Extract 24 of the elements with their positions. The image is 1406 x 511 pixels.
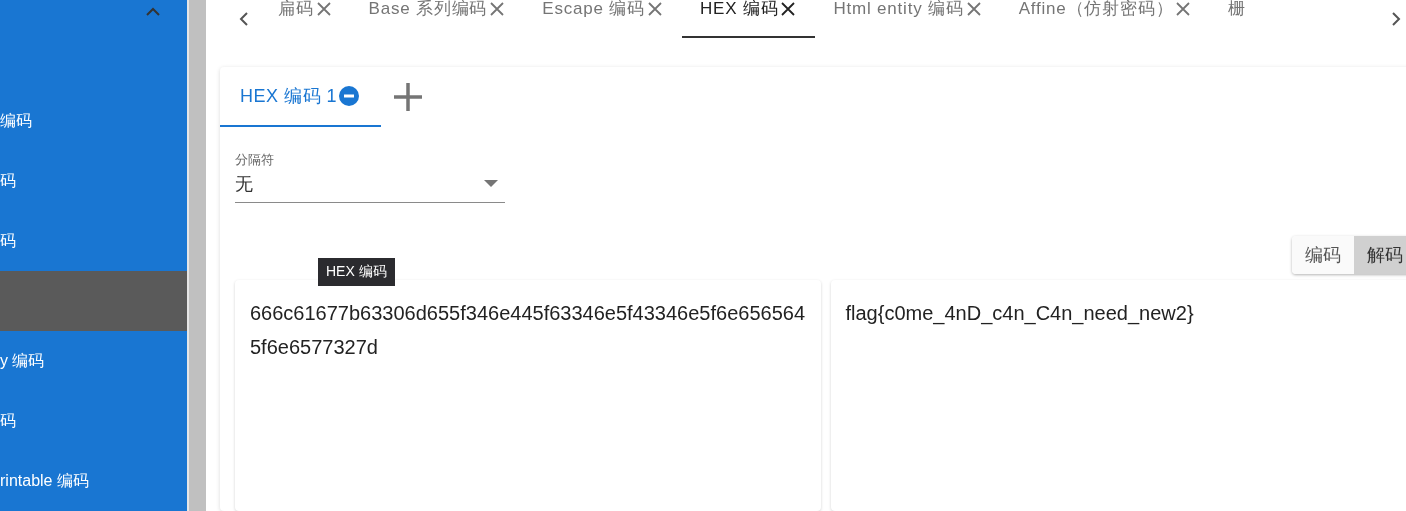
mode-button[interactable]: 解码 bbox=[1354, 236, 1406, 274]
tab[interactable]: HEX 编码 bbox=[681, 0, 816, 38]
tab[interactable]: Html entity 编码 bbox=[815, 0, 1001, 38]
tab[interactable]: HEX 编码 1 bbox=[220, 67, 382, 127]
chevron-up-icon[interactable] bbox=[146, 7, 160, 16]
add-icon[interactable] bbox=[393, 82, 424, 112]
sidebar-item[interactable]: 码 bbox=[0, 391, 187, 451]
tab[interactable]: Base 系列编码 bbox=[350, 0, 525, 38]
sidebar-item[interactable]: rintable 编码 bbox=[0, 451, 187, 511]
sidebar-item[interactable]: 码 bbox=[0, 151, 187, 211]
sidebar-item[interactable]: y 编码 bbox=[0, 331, 187, 391]
dropdown-arrow-icon[interactable] bbox=[484, 180, 498, 188]
tab[interactable]: Affine（仿射密码） bbox=[1000, 0, 1211, 38]
separator-select[interactable]: 分隔符 无 bbox=[235, 151, 505, 203]
tab[interactable]: Escape 编码 bbox=[524, 0, 682, 38]
tab[interactable]: 扁码 bbox=[260, 0, 351, 38]
sidebar-item[interactable]: 编码 bbox=[0, 91, 187, 151]
remove-icon[interactable] bbox=[339, 86, 360, 106]
close-icon[interactable] bbox=[781, 2, 796, 16]
tab[interactable]: 栅 bbox=[1210, 0, 1267, 38]
output-field[interactable]: flag{c0me_4nD_c4n_C4n_need_new2} bbox=[830, 280, 1406, 511]
mode-button[interactable]: 编码 bbox=[1292, 236, 1354, 274]
tooltip: HEX 编码 bbox=[318, 258, 395, 286]
sidebar-item[interactable]: 码 bbox=[0, 211, 187, 271]
